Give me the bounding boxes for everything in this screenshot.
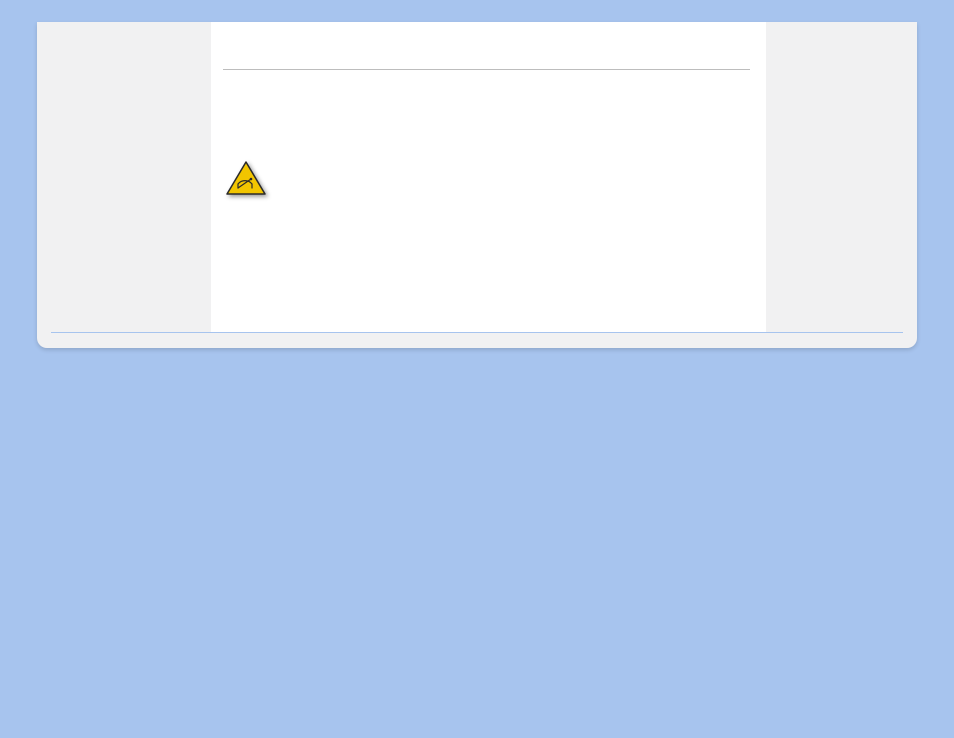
content-panel [37, 22, 917, 348]
footer-divider [51, 332, 903, 333]
page-background [0, 0, 954, 738]
warning-icon [225, 160, 270, 200]
content-divider [223, 69, 750, 70]
main-content-area [211, 22, 766, 332]
